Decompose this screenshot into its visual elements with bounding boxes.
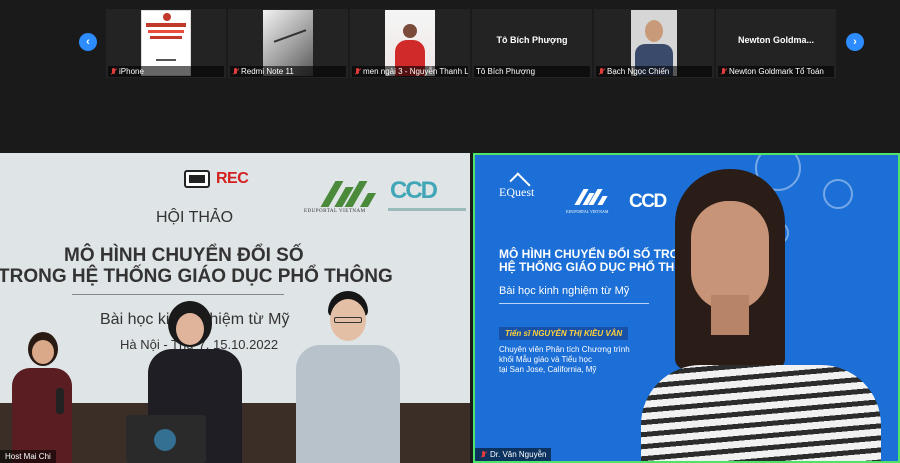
participant-tile[interactable]: iPhone bbox=[106, 9, 226, 78]
muted-mic-icon bbox=[354, 67, 361, 76]
doc-title-line bbox=[148, 30, 184, 33]
participant-display-name: Tô Bích Phượng bbox=[496, 35, 568, 45]
speaker-description-line: khối Mẫu giáo và Tiểu học bbox=[499, 355, 592, 364]
speaker-description: Chuyên viên Phân tích Chương trình khối … bbox=[499, 345, 630, 375]
tile-name-tag: Host Mai Chi bbox=[0, 450, 56, 463]
ccd-logo: CCD bbox=[390, 177, 438, 204]
doc-title-line bbox=[150, 36, 182, 39]
doc-date-line bbox=[156, 59, 176, 61]
muted-mic-icon bbox=[480, 450, 487, 459]
participant-name: Redmi Note 11 bbox=[241, 67, 294, 76]
participant-name: men ngải 3 - Nguyễn Thanh L... bbox=[363, 67, 468, 76]
participant-strip: ‹ iPhone Redmi Note 11 men ngải 3 - Nguy… bbox=[0, 0, 900, 88]
event-type-label: HỘI THẢO bbox=[156, 209, 234, 226]
speaker-panelist-man bbox=[288, 291, 408, 463]
equest-logo: EQuest bbox=[499, 185, 535, 199]
recorder-logo-icon bbox=[184, 170, 210, 188]
speaker-description-line: tại San Jose, California, Mỹ bbox=[499, 365, 597, 374]
ccd-tagline-bar bbox=[388, 208, 466, 211]
muted-mic-icon bbox=[110, 67, 117, 76]
laptop-image bbox=[126, 415, 206, 463]
doc-title-line bbox=[146, 23, 186, 27]
participant-display-name: Newton Goldma... bbox=[737, 35, 814, 45]
divider bbox=[499, 303, 649, 304]
eduportal-logo-icon bbox=[574, 187, 608, 205]
participant-name: Tô Bích Phượng bbox=[476, 67, 536, 76]
divider bbox=[72, 294, 284, 295]
muted-mic-icon bbox=[598, 67, 605, 76]
speaker-video bbox=[641, 165, 898, 461]
participant-caption: men ngải 3 - Nguyễn Thanh L... bbox=[352, 66, 468, 77]
participant-caption: Bạch Ngọc Chiến bbox=[596, 66, 712, 77]
emblem-icon bbox=[163, 13, 171, 21]
speaker-host bbox=[8, 328, 78, 463]
participant-tile[interactable]: Newton Goldma... Newton Goldmark Tổ Toán bbox=[716, 9, 836, 78]
participant-name: Bạch Ngọc Chiến bbox=[607, 67, 670, 76]
participant-name: Newton Goldmark Tổ Toán bbox=[729, 67, 824, 76]
stage-video-tile[interactable]: REC EDUPORTAL VIETNAM CCD HỘI THẢO MÔ HÌ… bbox=[0, 153, 470, 463]
participant-name: iPhone bbox=[119, 67, 144, 76]
participant-name: Host Mai Chi bbox=[5, 452, 51, 461]
muted-mic-icon bbox=[232, 67, 239, 76]
banner-title-line1: MÔ HÌNH CHUYỂN ĐỔI SỐ bbox=[64, 245, 304, 266]
next-page-button[interactable]: › bbox=[846, 33, 864, 51]
speaker-title-badge: Tiến sĩ NGUYỄN THỊ KIỀU VÂN bbox=[499, 327, 629, 340]
slide-subtitle: Bài học kinh nghiệm từ Mỹ bbox=[499, 285, 630, 297]
banner-title-line2: TRONG HỆ THỐNG GIÁO DỤC PHỔ THÔNG bbox=[0, 266, 393, 287]
participant-caption: Tô Bích Phượng bbox=[474, 66, 590, 77]
speaker-description-line: Chuyên viên Phân tích Chương trình bbox=[499, 345, 630, 354]
recording-indicator: REC bbox=[216, 170, 249, 187]
participant-name: Dr. Vân Nguyễn bbox=[490, 450, 547, 459]
video-conference-window: ‹ iPhone Redmi Note 11 men ngải 3 - Nguy… bbox=[0, 0, 900, 463]
thumbnail-list: iPhone Redmi Note 11 men ngải 3 - Nguyễn… bbox=[106, 9, 836, 78]
participant-caption: Redmi Note 11 bbox=[230, 66, 346, 77]
participant-tile[interactable]: Tô Bích Phượng Tô Bích Phượng bbox=[472, 9, 592, 78]
muted-mic-icon bbox=[720, 67, 727, 76]
eduportal-logo-icon bbox=[318, 177, 378, 207]
participant-tile[interactable]: Redmi Note 11 bbox=[228, 9, 348, 78]
eduportal-label: EDUPORTAL VIETNAM bbox=[304, 209, 366, 214]
previous-page-button[interactable]: ‹ bbox=[79, 33, 97, 51]
participant-tile[interactable]: Bạch Ngọc Chiến bbox=[594, 9, 714, 78]
active-speaker-video-tile[interactable]: EQuest EDUPORTAL VIETNAM CCD MÔ HÌNH CHU… bbox=[473, 153, 900, 463]
participant-caption: iPhone bbox=[108, 66, 224, 77]
participant-tile[interactable]: men ngải 3 - Nguyễn Thanh L... bbox=[350, 9, 470, 78]
tile-name-tag: Dr. Vân Nguyễn bbox=[475, 448, 552, 461]
eduportal-label: EDUPORTAL VIETNAM bbox=[566, 209, 609, 214]
participant-caption: Newton Goldmark Tổ Toán bbox=[718, 66, 834, 77]
